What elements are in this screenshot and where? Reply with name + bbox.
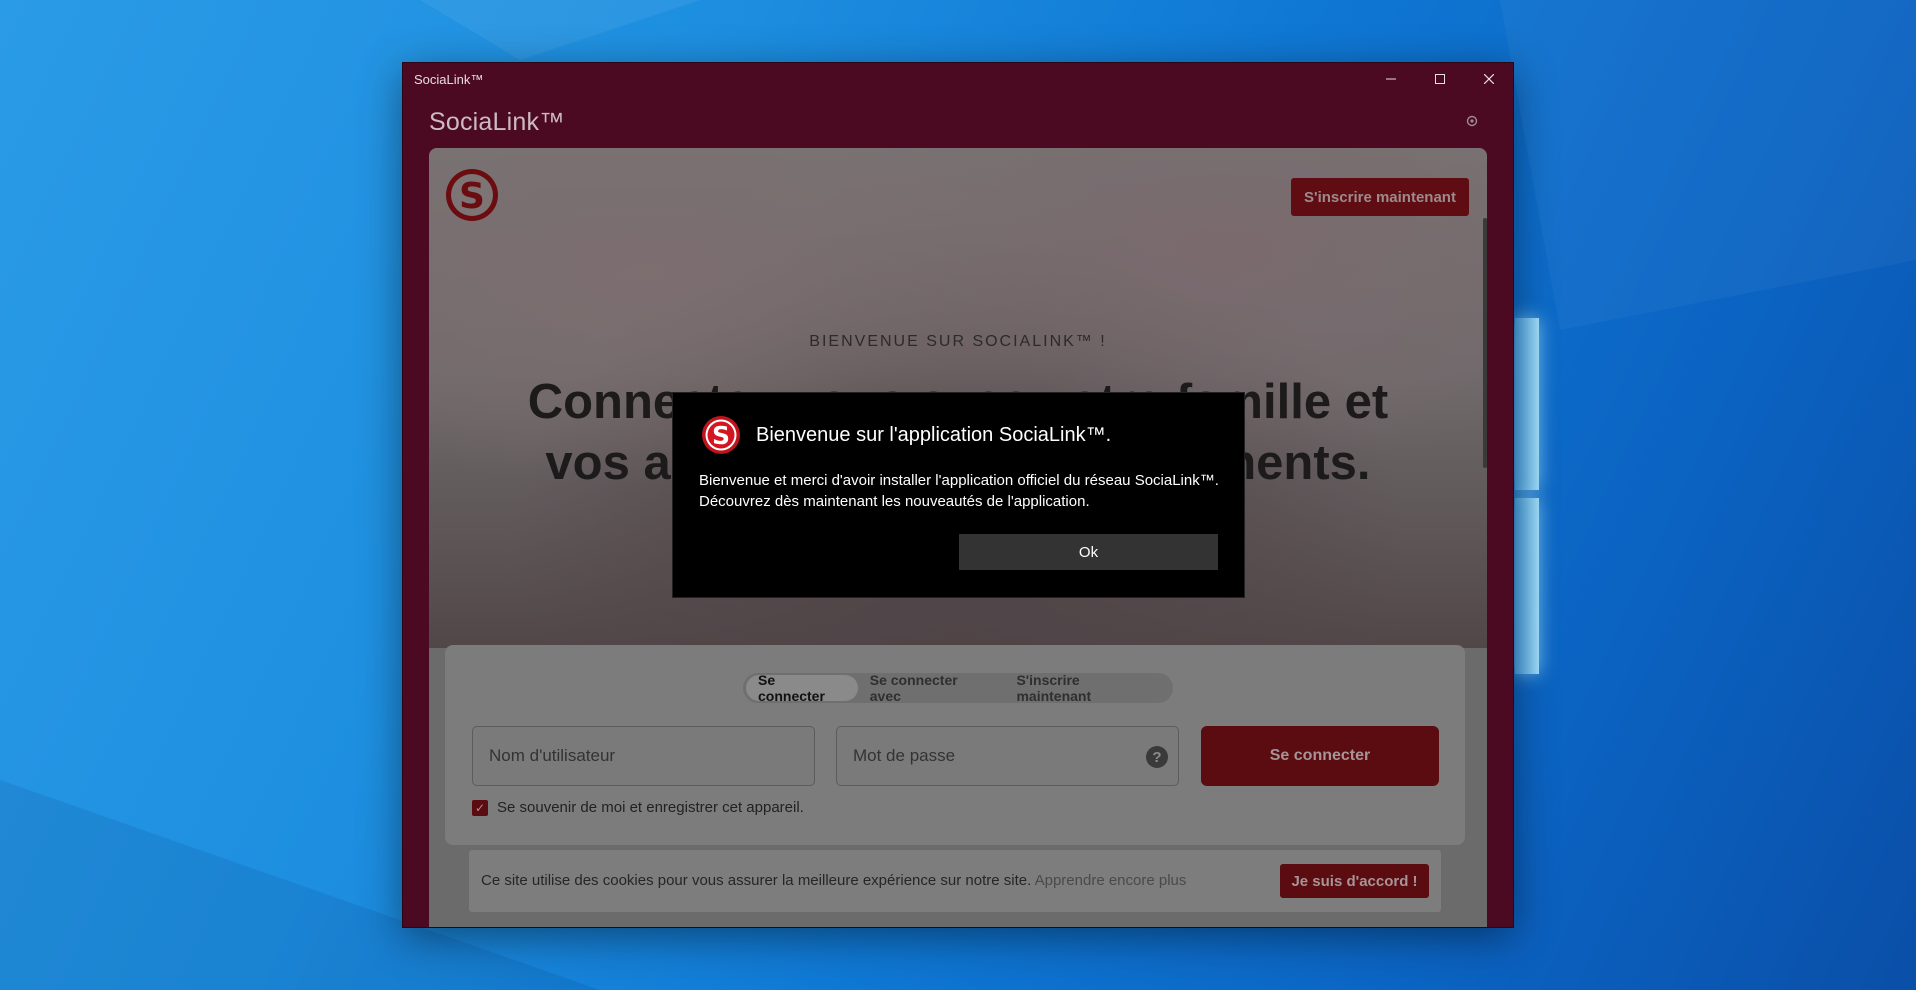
- welcome-dialog: S Bienvenue sur l'application SociaLink™…: [673, 393, 1244, 597]
- dialog-body-line-1: Bienvenue et merci d'avoir installer l'a…: [699, 472, 1219, 489]
- dialog-ok-button[interactable]: Ok: [959, 534, 1218, 570]
- socialink-logo: S: [446, 169, 498, 221]
- cookie-message: Ce site utilise des cookies pour vous as…: [481, 872, 1032, 889]
- password-input[interactable]: Mot de passe ?: [836, 726, 1179, 786]
- signup-top-button[interactable]: S'inscrire maintenant: [1291, 178, 1469, 216]
- close-button[interactable]: [1464, 63, 1513, 95]
- cookie-learn-more-link[interactable]: Apprendre encore plus: [1035, 872, 1187, 889]
- username-placeholder: Nom d'utilisateur: [489, 746, 616, 765]
- dialog-title: Bienvenue sur l'application SociaLink™.: [756, 424, 1112, 446]
- tab-inscrire[interactable]: S'inscrire maintenant: [1004, 672, 1170, 704]
- maximize-icon: [1434, 74, 1445, 84]
- windows-logo-fragment: [1515, 318, 1539, 674]
- welcome-kicker: BIENVENUE SUR SOCIALINK™ !: [809, 333, 1107, 350]
- svg-text:S: S: [712, 421, 730, 450]
- window-titlebar[interactable]: SociaLink™: [403, 63, 1513, 95]
- app-header: SociaLink™: [429, 108, 1489, 140]
- cookie-text: Ce site utilise des cookies pour vous as…: [481, 872, 1186, 889]
- svg-text:S: S: [459, 176, 485, 217]
- remember-label: Se souvenir de moi et enregistrer cet ap…: [497, 799, 804, 816]
- minimize-button[interactable]: [1366, 63, 1415, 95]
- login-submit-button[interactable]: Se connecter: [1201, 726, 1439, 786]
- login-panel: Se connecter Se connecter avec S'inscrir…: [445, 645, 1465, 845]
- login-tabs: Se connecter Se connecter avec S'inscrir…: [743, 672, 1173, 704]
- window-title: SociaLink™: [414, 71, 484, 87]
- maximize-button[interactable]: [1415, 63, 1464, 95]
- help-icon[interactable]: ?: [1146, 746, 1168, 768]
- caption-buttons: [1366, 63, 1513, 95]
- username-input[interactable]: Nom d'utilisateur: [472, 726, 815, 786]
- tab-se-connecter-avec[interactable]: Se connecter avec: [858, 672, 1005, 704]
- close-icon: [1483, 74, 1494, 84]
- dialog-body: Bienvenue et merci d'avoir installer l'a…: [699, 470, 1229, 512]
- gear-icon[interactable]: [1465, 114, 1479, 128]
- password-placeholder: Mot de passe: [853, 746, 956, 765]
- minimize-icon: [1385, 78, 1396, 80]
- socialink-logo-icon: S: [702, 416, 740, 454]
- app-title: SociaLink™: [429, 108, 565, 136]
- dialog-body-line-2: Découvrez dès maintenant les nouveautés …: [699, 493, 1090, 510]
- tab-se-connecter[interactable]: Se connecter: [746, 672, 858, 704]
- cookie-banner: Ce site utilise des cookies pour vous as…: [469, 850, 1441, 912]
- remember-checkbox[interactable]: ✓: [472, 799, 488, 816]
- cookie-accept-button[interactable]: Je suis d'accord !: [1280, 864, 1429, 898]
- remember-me[interactable]: ✓ Se souvenir de moi et enregistrer cet …: [472, 799, 804, 816]
